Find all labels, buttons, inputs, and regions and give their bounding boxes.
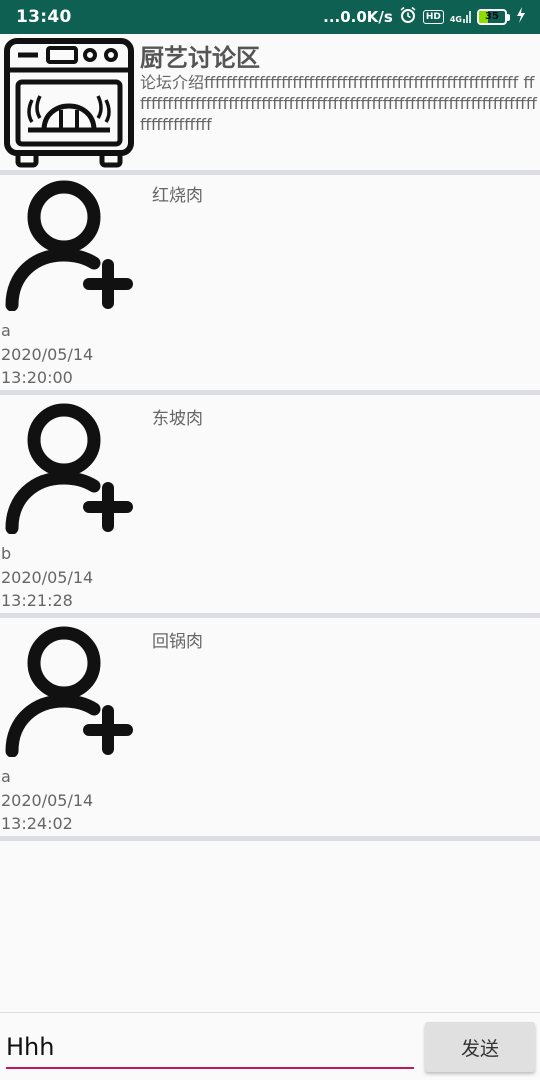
network-speed: ...0.0K/s xyxy=(323,8,393,26)
post-date: 2020/05/14 xyxy=(1,791,94,810)
compose-bar: 发送 xyxy=(0,1013,540,1080)
post-item[interactable]: 东坡肉 b 2020/05/14 13:21:28 xyxy=(0,398,540,614)
add-user-icon[interactable] xyxy=(4,625,136,758)
post-title[interactable]: 红烧肉 xyxy=(152,181,203,206)
send-button[interactable]: 发送 xyxy=(425,1022,535,1072)
post-time: 13:20:00 xyxy=(1,368,73,387)
status-time: 13:40 xyxy=(16,7,72,27)
post-title[interactable]: 回锅肉 xyxy=(152,627,203,652)
battery-level: 35 xyxy=(485,11,499,22)
post-author: a xyxy=(1,767,11,786)
signal-label: 4G xyxy=(449,15,462,24)
post-author: b xyxy=(1,544,12,563)
divider xyxy=(0,390,540,395)
add-user-icon[interactable] xyxy=(4,402,136,535)
message-input[interactable] xyxy=(6,1027,414,1069)
post-title[interactable]: 东坡肉 xyxy=(152,404,203,429)
forum-title: 厨艺讨论区 xyxy=(140,44,260,72)
alarm-icon xyxy=(399,6,417,28)
dishwasher-icon xyxy=(4,38,134,168)
forum-intro: 论坛介绍ffffffffffffffffffffffffffffffffffff… xyxy=(140,73,537,134)
add-user-icon[interactable] xyxy=(4,179,136,312)
status-bar: 13:40 ...0.0K/s HD 4G 35 xyxy=(0,0,540,34)
post-date: 2020/05/14 xyxy=(1,568,94,587)
post-item[interactable]: 红烧肉 a 2020/05/14 13:20:00 xyxy=(0,175,540,391)
status-indicators: ...0.0K/s HD 4G 35 xyxy=(323,6,526,28)
charging-icon xyxy=(516,7,526,27)
post-date: 2020/05/14 xyxy=(1,345,94,364)
forum-header: 厨艺讨论区 论坛介绍ffffffffffffffffffffffffffffff… xyxy=(0,34,540,170)
divider xyxy=(0,613,540,618)
post-time: 13:21:28 xyxy=(1,591,73,610)
battery-icon: 35 xyxy=(477,9,510,25)
hd-badge: HD xyxy=(422,10,444,24)
post-item[interactable]: 回锅肉 a 2020/05/14 13:24:02 xyxy=(0,621,540,837)
post-author: a xyxy=(1,321,11,340)
divider xyxy=(0,836,540,841)
signal-icon: 4G xyxy=(450,10,471,24)
post-time: 13:24:02 xyxy=(1,814,73,833)
